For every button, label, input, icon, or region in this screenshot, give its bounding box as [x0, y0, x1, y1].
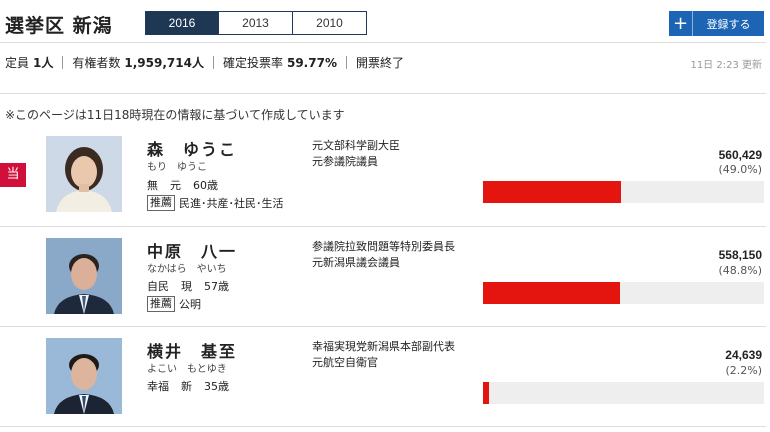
candidate-status: 新 — [181, 380, 192, 393]
career-line: 元新潟県議会議員 — [312, 256, 400, 269]
recommenders: 公明 — [179, 298, 201, 311]
vote-bar-track — [483, 282, 764, 304]
divider — [345, 56, 347, 69]
vote-share: (2.2%) — [725, 364, 762, 377]
candidate-party: 無 — [147, 179, 158, 192]
row-divider — [0, 226, 766, 227]
plus-icon: + — [669, 11, 693, 36]
candidate-name[interactable]: 横井 基至 — [147, 338, 237, 362]
candidate-name[interactable]: 中原 八一 — [147, 238, 237, 262]
tab-2016[interactable]: 2016 — [145, 11, 219, 35]
candidate-photo — [46, 136, 122, 212]
candidate-meta: 無元 60歳 — [147, 177, 218, 193]
tab-2010[interactable]: 2010 — [293, 11, 367, 35]
candidate-recommendation: 推薦 民進･共産･社民･生活 — [147, 195, 284, 211]
count-status: 開票終了 — [355, 56, 404, 70]
candidate-meta: 幸福新 35歳 — [147, 378, 229, 394]
turnout-label: 確定投票率 — [222, 56, 283, 70]
divider — [0, 93, 766, 94]
turnout-value: 59.77% — [286, 55, 337, 70]
vote-share: (49.0%) — [718, 163, 762, 176]
updated-time: 11日 2:23 更新 — [690, 60, 762, 71]
page-title: 選挙区 新潟 — [5, 15, 113, 37]
career-line: 元参議院議員 — [312, 155, 378, 168]
candidate-photo — [46, 238, 122, 314]
register-button-label: 登録する — [706, 17, 751, 31]
voters-label: 有権者数 — [72, 56, 121, 70]
candidate-kana: よこい もとゆき — [147, 364, 227, 375]
candidate-career: 幸福実現党新潟県本部副代表 元航空自衛官 — [312, 339, 455, 371]
row-divider — [0, 426, 766, 427]
vote-bar — [483, 282, 621, 304]
vote-bar — [483, 181, 621, 203]
career-line: 元航空自衛官 — [312, 356, 378, 369]
recommend-tag: 推薦 — [147, 296, 175, 312]
register-button[interactable]: + 登録する — [669, 11, 764, 36]
divider — [62, 56, 64, 69]
candidate-name[interactable]: 森 ゆうこ — [147, 136, 237, 160]
candidate-status: 元 — [170, 179, 181, 192]
candidate-age: 57歳 — [204, 280, 229, 293]
election-stats: 定員 1人 有権者数 1,959,714人 確定投票率 59.77% 開票終了 — [5, 54, 404, 71]
voters-value: 1,959,714人 — [124, 56, 204, 70]
candidate-status: 現 — [181, 280, 192, 293]
row-divider — [0, 326, 766, 327]
vote-count: 560,429 — [718, 148, 762, 162]
candidate-meta: 自民現 57歳 — [147, 278, 229, 294]
recommend-tag: 推薦 — [147, 195, 175, 211]
candidate-recommendation: 推薦 公明 — [147, 296, 201, 312]
vote-bar-track — [483, 382, 764, 404]
candidate-party: 幸福 — [147, 380, 169, 393]
candidate-career: 参議院拉致問題等特別委員長 元新潟県議会議員 — [312, 239, 455, 271]
candidate-age: 35歳 — [204, 380, 229, 393]
recommenders: 民進･共産･社民･生活 — [179, 197, 284, 210]
vote-bar-track — [483, 181, 764, 203]
divider — [0, 42, 766, 43]
tab-2013[interactable]: 2013 — [219, 11, 293, 35]
page-header: 選挙区 新潟 2016 2013 2010 + 登録する — [0, 0, 770, 42]
candidate-kana: もり ゆうこ — [147, 162, 207, 173]
candidate-kana: なかはら やいち — [147, 264, 227, 275]
career-line: 幸福実現党新潟県本部副代表 — [312, 340, 455, 353]
candidate-age: 60歳 — [193, 179, 218, 192]
vote-bar — [483, 382, 490, 404]
career-line: 元文部科学副大臣 — [312, 139, 400, 152]
candidate-party: 自民 — [147, 280, 169, 293]
divider — [212, 56, 214, 69]
year-tabs: 2016 2013 2010 — [145, 11, 367, 35]
candidate-photo — [46, 338, 122, 414]
vote-count: 558,150 — [718, 248, 762, 262]
career-line: 参議院拉致問題等特別委員長 — [312, 240, 455, 253]
seats-value: 1人 — [33, 56, 54, 70]
info-note: ※このページは11日18時現在の情報に基づいて作成しています — [5, 108, 345, 122]
candidate-career: 元文部科学副大臣 元参議院議員 — [312, 138, 400, 170]
elected-badge: 当 — [0, 163, 26, 187]
seats-label: 定員 — [5, 56, 30, 70]
vote-share: (48.8%) — [718, 264, 762, 277]
vote-count: 24,639 — [725, 348, 762, 362]
